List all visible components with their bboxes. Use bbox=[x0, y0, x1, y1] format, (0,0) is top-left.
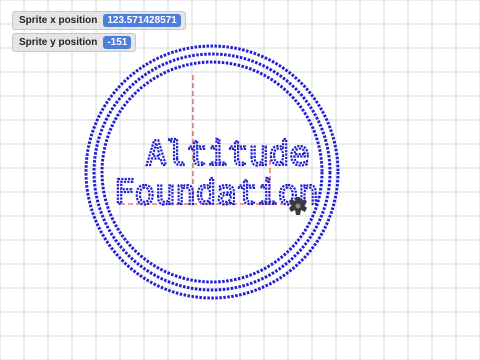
y-position-monitor[interactable]: Sprite y position -151 bbox=[12, 33, 137, 52]
stage-canvas: Altitude Foundation bbox=[0, 0, 480, 360]
logo-line-1: Altitude bbox=[146, 134, 310, 174]
monitor-label: Sprite x position bbox=[19, 15, 98, 26]
monitor-value: -151 bbox=[103, 36, 132, 49]
x-position-monitor[interactable]: Sprite x position 123.571428571 bbox=[12, 11, 186, 30]
monitor-label: Sprite y position bbox=[19, 37, 98, 48]
stage[interactable]: Altitude Foundation Sprite x position 12… bbox=[0, 0, 480, 360]
logo-line-2: Foundation bbox=[114, 173, 319, 213]
monitor-value: 123.571428571 bbox=[103, 14, 181, 27]
